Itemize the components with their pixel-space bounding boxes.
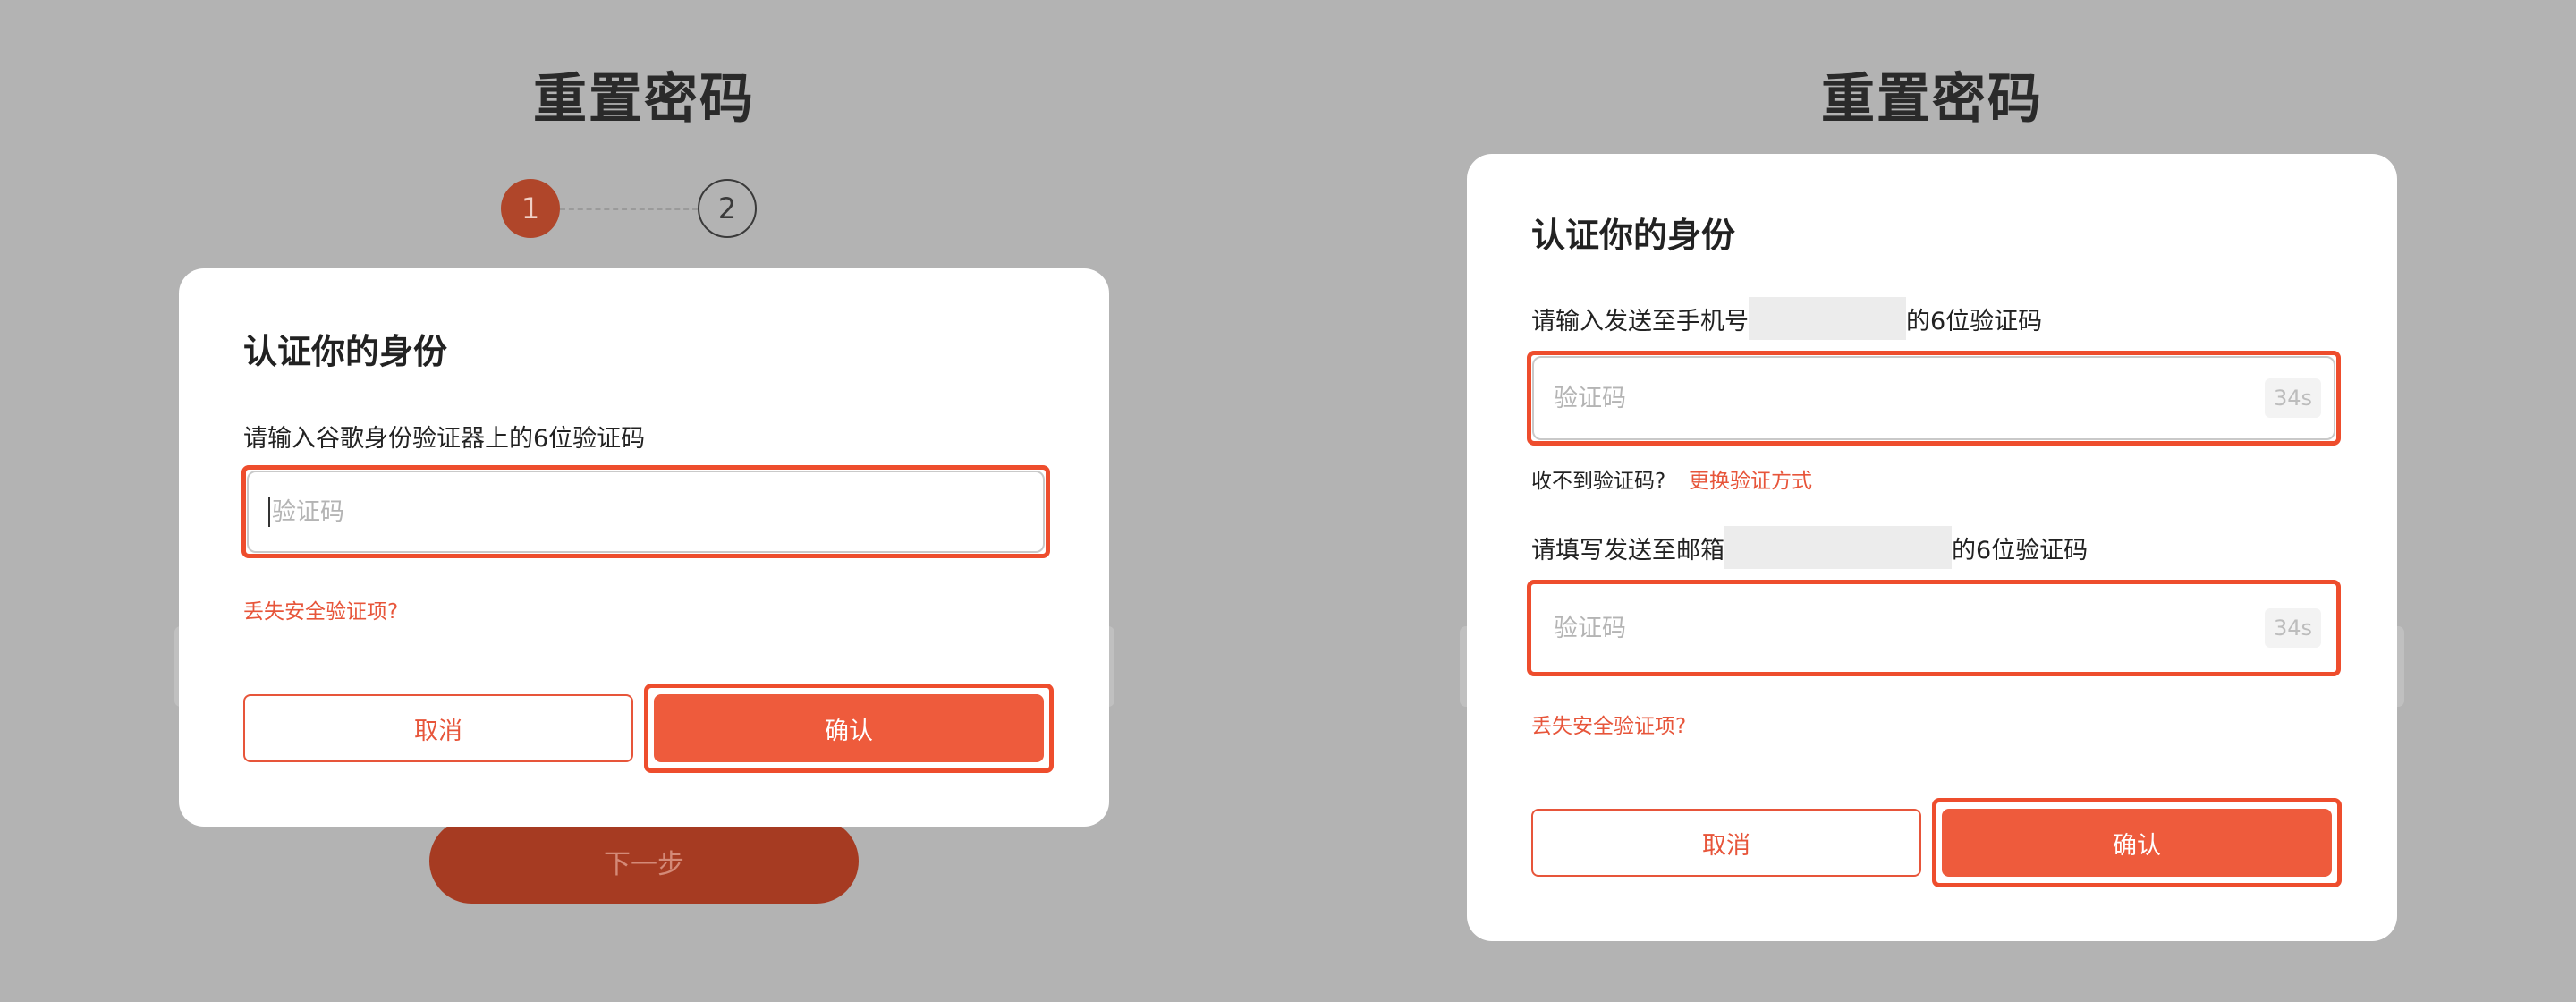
phone-prompt: 请输入发送至手机号 的6位验证码 bbox=[1531, 297, 2042, 340]
lost-security-link[interactable]: 丢失安全验证项? bbox=[1531, 709, 1686, 739]
email-prompt: 请填写发送至邮箱 的6位验证码 bbox=[1531, 526, 2088, 569]
authenticator-prompt: 请输入谷歌身份验证器上的6位验证码 bbox=[243, 425, 646, 453]
verify-identity-dialog: 认证你的身份 请输入谷歌身份验证器上的6位验证码 丢失安全验证项? 取消 确认 bbox=[179, 268, 1109, 827]
stepper: 1 2 bbox=[501, 179, 760, 242]
email-prompt-suffix: 的6位验证码 bbox=[1952, 536, 2089, 565]
confirm-button[interactable]: 确认 bbox=[1942, 809, 2332, 877]
page-title: 重置密码 bbox=[533, 68, 755, 131]
email-resend-timer: 34s bbox=[2264, 608, 2321, 648]
text-caret bbox=[268, 497, 270, 527]
phone-prompt-prefix: 请输入发送至手机号 bbox=[1531, 307, 1749, 335]
phone-resend-timer: 34s bbox=[2264, 378, 2321, 418]
phone-code-field[interactable]: 34s bbox=[1532, 356, 2335, 440]
cancel-button[interactable]: 取消 bbox=[1531, 809, 1921, 877]
step-1-indicator: 1 bbox=[501, 179, 560, 238]
email-prompt-prefix: 请填写发送至邮箱 bbox=[1531, 536, 1724, 565]
cancel-button[interactable]: 取消 bbox=[243, 694, 633, 762]
lost-security-link[interactable]: 丢失安全验证项? bbox=[243, 594, 398, 624]
phone-code-input[interactable] bbox=[1554, 384, 2178, 412]
email-code-input[interactable] bbox=[1554, 614, 2178, 642]
masked-email-address bbox=[1724, 526, 1952, 569]
left-panel: 重置密码 1 2 下一步 认证你的身份 请输入谷歌身份验证器上的6位验证码 丢失… bbox=[0, 0, 1288, 1002]
dialog-title: 认证你的身份 bbox=[243, 332, 448, 371]
switch-method-link[interactable]: 更换验证方式 bbox=[1689, 463, 1812, 494]
right-panel: 重置密码 认证你的身份 请输入发送至手机号 的6位验证码 34s 收不到验证码?… bbox=[1288, 0, 2576, 1002]
page-title: 重置密码 bbox=[1821, 68, 2043, 131]
not-received-text: 收不到验证码? bbox=[1531, 470, 1666, 493]
next-step-button[interactable]: 下一步 bbox=[429, 819, 859, 904]
dialog-title: 认证你的身份 bbox=[1531, 216, 1736, 255]
step-connector bbox=[560, 208, 698, 210]
masked-phone-number bbox=[1749, 297, 1906, 340]
authenticator-code-input[interactable] bbox=[272, 497, 892, 526]
phone-prompt-suffix: 的6位验证码 bbox=[1906, 307, 2043, 335]
email-code-field[interactable]: 34s bbox=[1532, 585, 2335, 671]
step-2-indicator: 2 bbox=[698, 179, 757, 238]
verify-identity-dialog: 认证你的身份 请输入发送至手机号 的6位验证码 34s 收不到验证码? 更换验证… bbox=[1467, 154, 2397, 941]
authenticator-code-field[interactable] bbox=[247, 471, 1045, 553]
confirm-button[interactable]: 确认 bbox=[654, 694, 1044, 762]
